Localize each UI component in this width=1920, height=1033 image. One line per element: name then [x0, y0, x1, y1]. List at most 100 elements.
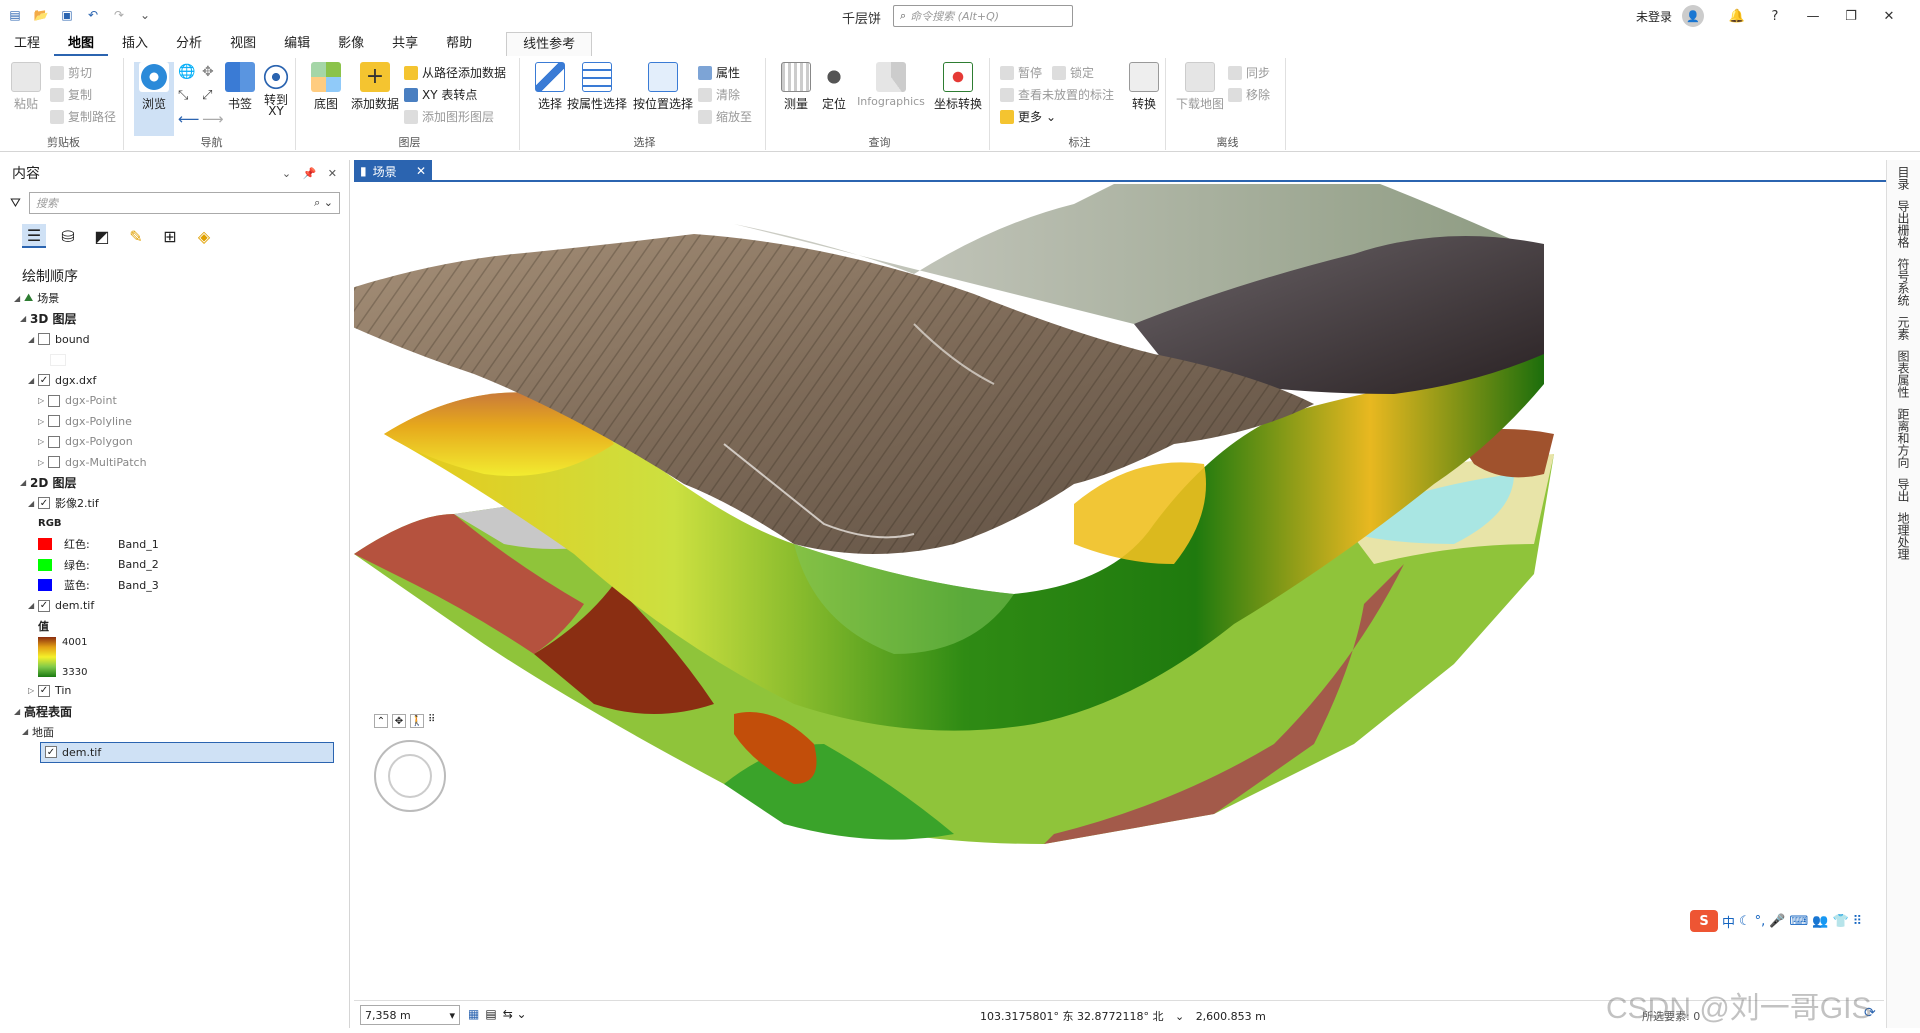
- visibility-checkbox[interactable]: ✓: [45, 746, 57, 759]
- customize-qat-icon[interactable]: ⌄: [136, 6, 154, 24]
- visibility-checkbox[interactable]: [38, 333, 50, 346]
- list-by-source-icon[interactable]: ⛁: [56, 224, 80, 248]
- first-person-icon[interactable]: 🚶: [410, 714, 424, 728]
- add-data-from-path-button[interactable]: 从路径添加数据: [404, 64, 506, 81]
- tree-item-dem[interactable]: ◢ ✓ dem.tif: [14, 596, 344, 617]
- help-button[interactable]: ?: [1756, 4, 1794, 28]
- moon-icon[interactable]: ☾: [1739, 914, 1751, 929]
- dock-tab-export[interactable]: 导出: [1895, 478, 1912, 502]
- visibility-checkbox[interactable]: [48, 435, 60, 448]
- tree-item-dgx-polygon[interactable]: ▷ dgx-Polygon: [14, 432, 344, 453]
- restore-icon[interactable]: ❐: [1832, 4, 1870, 28]
- drag-handle-icon[interactable]: ⠿: [428, 714, 435, 728]
- copy-path-button[interactable]: 复制路径: [50, 108, 116, 125]
- compass-inner-icon[interactable]: [388, 754, 432, 798]
- dock-tab-distance-direction[interactable]: 距离和方向: [1895, 408, 1912, 468]
- expand-icon[interactable]: ▷: [38, 458, 48, 467]
- attributes-button[interactable]: 属性: [698, 64, 740, 81]
- list-by-editing-icon[interactable]: ✎: [124, 224, 148, 248]
- tab-linear-referencing[interactable]: 线性参考: [506, 32, 593, 56]
- coord-format-dropdown[interactable]: ⌄: [1175, 1010, 1184, 1023]
- list-by-snapping-icon[interactable]: ⊞: [158, 224, 182, 248]
- pane-close-icon[interactable]: ✕: [328, 167, 337, 180]
- visibility-checkbox[interactable]: ✓: [38, 374, 50, 387]
- visibility-checkbox[interactable]: [48, 394, 60, 407]
- fixed-zoom-icon[interactable]: ✥: [202, 64, 214, 80]
- user-icon[interactable]: 👥: [1812, 914, 1828, 929]
- collapse-icon[interactable]: ◢: [28, 601, 38, 610]
- expand-icon[interactable]: ▷: [38, 417, 48, 426]
- tree-item-elevation-surfaces[interactable]: ◢ 高程表面: [14, 701, 344, 722]
- command-search[interactable]: ⌕ 命令搜索 (Alt+Q): [893, 5, 1073, 27]
- collapse-icon[interactable]: ◢: [28, 376, 38, 385]
- view-unplaced-button[interactable]: 查看未放置的标注: [1000, 86, 1114, 103]
- ime-language[interactable]: 中: [1722, 912, 1735, 931]
- tree-item-3d-layers[interactable]: ◢ 3D 图层: [14, 309, 344, 330]
- previous-extent-icon[interactable]: ⟵: [178, 110, 200, 128]
- measure-button[interactable]: 测量: [776, 62, 816, 112]
- grid-menu-icon[interactable]: ⠿: [1853, 914, 1863, 929]
- tree-item-ground[interactable]: ◢ 地面: [14, 722, 344, 743]
- tab-analysis[interactable]: 分析: [162, 32, 216, 56]
- sync-button[interactable]: 同步: [1228, 64, 1270, 81]
- compass-ring[interactable]: [374, 740, 446, 812]
- tree-item-2d-layers[interactable]: ◢ 2D 图层: [14, 473, 344, 494]
- expand-icon[interactable]: ▷: [38, 396, 48, 405]
- dock-tab-element[interactable]: 元素: [1895, 316, 1912, 340]
- skin-icon[interactable]: 👕: [1832, 914, 1848, 929]
- dock-tab-export-raster[interactable]: 导出栅格: [1895, 200, 1912, 248]
- save-icon[interactable]: ▣: [58, 6, 76, 24]
- collapse-icon[interactable]: ◢: [20, 314, 30, 323]
- tree-item-tin[interactable]: ▷ ✓ Tin: [14, 681, 344, 702]
- add-data-button[interactable]: + 添加数据: [348, 62, 402, 112]
- convert-labels-button[interactable]: 转换: [1124, 62, 1164, 112]
- download-map-button[interactable]: 下载地图: [1174, 62, 1226, 112]
- new-project-icon[interactable]: ▤: [6, 6, 24, 24]
- close-tab-icon[interactable]: ✕: [416, 164, 426, 178]
- explore-button[interactable]: 浏览: [134, 62, 174, 136]
- tab-project[interactable]: 工程: [0, 32, 54, 56]
- dock-tab-chart-properties[interactable]: 图表属性: [1895, 350, 1912, 398]
- lock-labels-button[interactable]: 锁定: [1052, 64, 1094, 81]
- avatar[interactable]: 👤: [1682, 5, 1704, 27]
- visibility-checkbox[interactable]: ✓: [38, 497, 50, 510]
- expand-icon[interactable]: ▷: [38, 437, 48, 446]
- punctuation-icon[interactable]: °,: [1755, 914, 1766, 929]
- dock-tab-geoprocessing[interactable]: 地理处理: [1895, 512, 1912, 560]
- close-icon[interactable]: ✕: [1870, 4, 1908, 28]
- scene-view[interactable]: ⌃ ✥ 🚶 ⠿: [354, 184, 1884, 1000]
- tab-insert[interactable]: 插入: [108, 32, 162, 56]
- list-by-drawing-order-icon[interactable]: ☰: [22, 224, 46, 248]
- sogou-logo-icon[interactable]: S: [1690, 910, 1718, 932]
- goto-xy-button[interactable]: 转到 XY: [256, 62, 296, 117]
- microphone-icon[interactable]: 🎤: [1769, 914, 1785, 929]
- remove-offline-button[interactable]: 移除: [1228, 86, 1270, 103]
- locate-button[interactable]: 定位: [814, 62, 854, 112]
- tree-item-dgx-polyline[interactable]: ▷ dgx-Polyline: [14, 411, 344, 432]
- table-icon[interactable]: ▤: [485, 1007, 496, 1021]
- scale-input[interactable]: 7,358 m ▾: [360, 1005, 460, 1025]
- visibility-checkbox[interactable]: [48, 415, 60, 428]
- tab-help[interactable]: 帮助: [432, 32, 486, 56]
- keyboard-icon[interactable]: ⌨: [1790, 914, 1809, 929]
- collapse-icon[interactable]: ◢: [22, 727, 32, 736]
- collapse-icon[interactable]: ◢: [14, 707, 24, 716]
- collapse-icon[interactable]: ◢: [28, 335, 38, 344]
- grid-icon[interactable]: ▦: [468, 1007, 479, 1021]
- next-extent-icon[interactable]: ⟶: [202, 110, 224, 128]
- tree-item-dgx-multipatch[interactable]: ▷ dgx-MultiPatch: [14, 452, 344, 473]
- expand-navigator-icon[interactable]: ⌃: [374, 714, 388, 728]
- zoom-to-selection-button[interactable]: 缩放至: [698, 108, 752, 125]
- pan-icon[interactable]: ✥: [392, 714, 406, 728]
- filter-icon[interactable]: ⛛: [10, 196, 21, 211]
- notification-icon[interactable]: 🔔: [1718, 4, 1756, 28]
- collapse-icon[interactable]: ◢: [14, 294, 24, 303]
- coordinate-conversion-button[interactable]: 坐标转换: [930, 62, 986, 112]
- login-status[interactable]: 未登录: [1636, 8, 1672, 25]
- tab-scene[interactable]: ▮ 场景 ✕: [354, 160, 432, 182]
- dock-tab-catalog[interactable]: 目录: [1895, 166, 1912, 190]
- paste-button[interactable]: 粘贴: [6, 62, 46, 112]
- redo-icon[interactable]: ↷: [110, 6, 128, 24]
- scene-3d-render[interactable]: [354, 184, 1884, 1000]
- select-by-location-button[interactable]: 按位置选择: [630, 62, 696, 112]
